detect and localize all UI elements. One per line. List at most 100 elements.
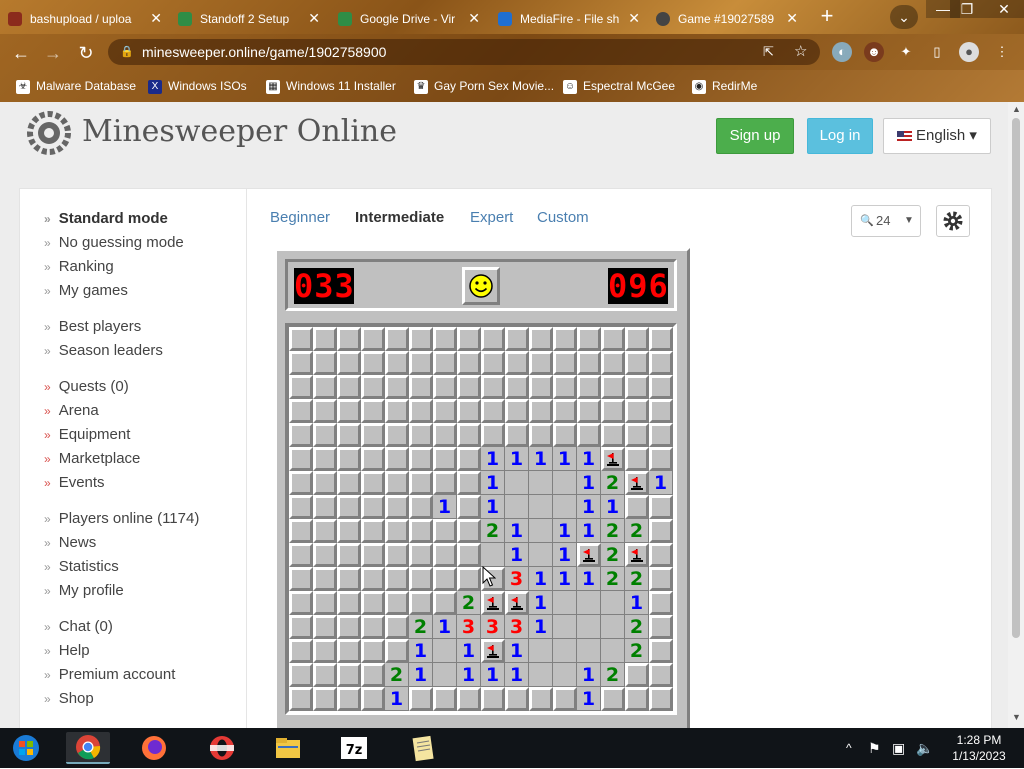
closed-cell[interactable] bbox=[361, 519, 385, 543]
closed-cell[interactable] bbox=[313, 567, 337, 591]
number-cell[interactable]: 3 bbox=[505, 567, 529, 591]
closed-cell[interactable] bbox=[649, 663, 673, 687]
number-cell[interactable]: 1 bbox=[409, 663, 433, 687]
share-icon[interactable]: ⇱ bbox=[763, 39, 774, 65]
number-cell[interactable]: 1 bbox=[505, 639, 529, 663]
closed-cell[interactable] bbox=[505, 423, 529, 447]
closed-cell[interactable] bbox=[649, 543, 673, 567]
number-cell[interactable]: 1 bbox=[553, 519, 577, 543]
back-button[interactable]: ← bbox=[10, 42, 32, 64]
closed-cell[interactable] bbox=[409, 327, 433, 351]
closed-cell[interactable] bbox=[481, 687, 505, 711]
closed-cell[interactable] bbox=[457, 543, 481, 567]
closed-cell[interactable] bbox=[409, 591, 433, 615]
closed-cell[interactable] bbox=[409, 399, 433, 423]
closed-cell[interactable] bbox=[409, 519, 433, 543]
closed-cell[interactable] bbox=[313, 423, 337, 447]
closed-cell[interactable] bbox=[337, 495, 361, 519]
closed-cell[interactable] bbox=[385, 567, 409, 591]
closed-cell[interactable] bbox=[313, 327, 337, 351]
closed-cell[interactable] bbox=[625, 687, 649, 711]
signup-button[interactable]: Sign up bbox=[716, 118, 794, 154]
closed-cell[interactable] bbox=[361, 543, 385, 567]
closed-cell[interactable] bbox=[289, 351, 313, 375]
number-cell[interactable]: 1 bbox=[481, 471, 505, 495]
closed-cell[interactable] bbox=[361, 639, 385, 663]
sidebar-item-ranking[interactable]: » Ranking bbox=[44, 257, 114, 277]
closed-cell[interactable] bbox=[313, 447, 337, 471]
bookmark-item[interactable]: X Windows ISOs bbox=[148, 77, 247, 95]
closed-cell[interactable] bbox=[385, 543, 409, 567]
number-cell[interactable]: 1 bbox=[553, 447, 577, 471]
closed-cell[interactable] bbox=[337, 591, 361, 615]
closed-cell[interactable] bbox=[385, 351, 409, 375]
bookmark-item[interactable]: ☺ Espectral McGee bbox=[563, 77, 675, 95]
closed-cell[interactable] bbox=[433, 327, 457, 351]
taskbar-firefox[interactable] bbox=[134, 732, 174, 764]
closed-cell[interactable] bbox=[289, 663, 313, 687]
sidebar-item-my-games[interactable]: » My games bbox=[44, 281, 128, 301]
number-cell[interactable]: 1 bbox=[433, 495, 457, 519]
closed-cell[interactable] bbox=[529, 423, 553, 447]
closed-cell[interactable] bbox=[385, 471, 409, 495]
number-cell[interactable]: 1 bbox=[553, 543, 577, 567]
number-cell[interactable]: 1 bbox=[481, 447, 505, 471]
closed-cell[interactable] bbox=[337, 423, 361, 447]
empty-cell[interactable] bbox=[601, 639, 625, 663]
closed-cell[interactable] bbox=[337, 687, 361, 711]
flagged-cell[interactable] bbox=[577, 543, 601, 567]
closed-cell[interactable] bbox=[457, 327, 481, 351]
closed-cell[interactable] bbox=[361, 495, 385, 519]
closed-cell[interactable] bbox=[289, 399, 313, 423]
closed-cell[interactable] bbox=[313, 663, 337, 687]
scrollbar-thumb[interactable] bbox=[1012, 118, 1020, 638]
close-icon[interactable]: ✕ bbox=[628, 4, 640, 32]
close-icon[interactable]: ✕ bbox=[468, 4, 480, 32]
number-cell[interactable]: 2 bbox=[625, 567, 649, 591]
sidebar-item-season-leaders[interactable]: » Season leaders bbox=[44, 341, 163, 361]
bookmark-item[interactable]: ▦ Windows 11 Installer bbox=[266, 77, 396, 95]
closed-cell[interactable] bbox=[649, 639, 673, 663]
empty-cell[interactable] bbox=[553, 663, 577, 687]
closed-cell[interactable] bbox=[649, 447, 673, 471]
number-cell[interactable]: 2 bbox=[457, 591, 481, 615]
number-cell[interactable]: 2 bbox=[601, 519, 625, 543]
closed-cell[interactable] bbox=[433, 447, 457, 471]
closed-cell[interactable] bbox=[433, 519, 457, 543]
closed-cell[interactable] bbox=[481, 423, 505, 447]
closed-cell[interactable] bbox=[313, 495, 337, 519]
closed-cell[interactable] bbox=[385, 327, 409, 351]
closed-cell[interactable] bbox=[409, 423, 433, 447]
number-cell[interactable]: 1 bbox=[409, 639, 433, 663]
empty-cell[interactable] bbox=[601, 615, 625, 639]
number-cell[interactable]: 1 bbox=[457, 663, 481, 687]
bookmark-item[interactable]: ◉ RedirMe bbox=[692, 77, 757, 95]
flag-icon[interactable]: ⚑ bbox=[868, 728, 881, 768]
closed-cell[interactable] bbox=[505, 327, 529, 351]
closed-cell[interactable] bbox=[361, 447, 385, 471]
network-icon[interactable]: ▣ bbox=[892, 728, 905, 768]
closed-cell[interactable] bbox=[529, 375, 553, 399]
closed-cell[interactable] bbox=[385, 639, 409, 663]
taskbar-notepad[interactable] bbox=[402, 732, 442, 764]
number-cell[interactable]: 1 bbox=[433, 615, 457, 639]
number-cell[interactable]: 2 bbox=[625, 615, 649, 639]
closed-cell[interactable] bbox=[553, 327, 577, 351]
closed-cell[interactable] bbox=[481, 327, 505, 351]
bookmark-star-icon[interactable]: ☆ bbox=[794, 39, 807, 65]
empty-cell[interactable] bbox=[505, 471, 529, 495]
closed-cell[interactable] bbox=[313, 615, 337, 639]
closed-cell[interactable] bbox=[337, 399, 361, 423]
closed-cell[interactable] bbox=[553, 351, 577, 375]
closed-cell[interactable] bbox=[457, 495, 481, 519]
number-cell[interactable]: 1 bbox=[577, 471, 601, 495]
number-cell[interactable]: 1 bbox=[505, 543, 529, 567]
number-cell[interactable]: 1 bbox=[529, 447, 553, 471]
puzzle-icon[interactable]: ✦ bbox=[896, 42, 916, 62]
closed-cell[interactable] bbox=[289, 327, 313, 351]
closed-cell[interactable] bbox=[553, 375, 577, 399]
closed-cell[interactable] bbox=[433, 591, 457, 615]
closed-cell[interactable] bbox=[433, 471, 457, 495]
closed-cell[interactable] bbox=[289, 471, 313, 495]
scroll-up-icon[interactable]: ▲ bbox=[1012, 104, 1021, 114]
